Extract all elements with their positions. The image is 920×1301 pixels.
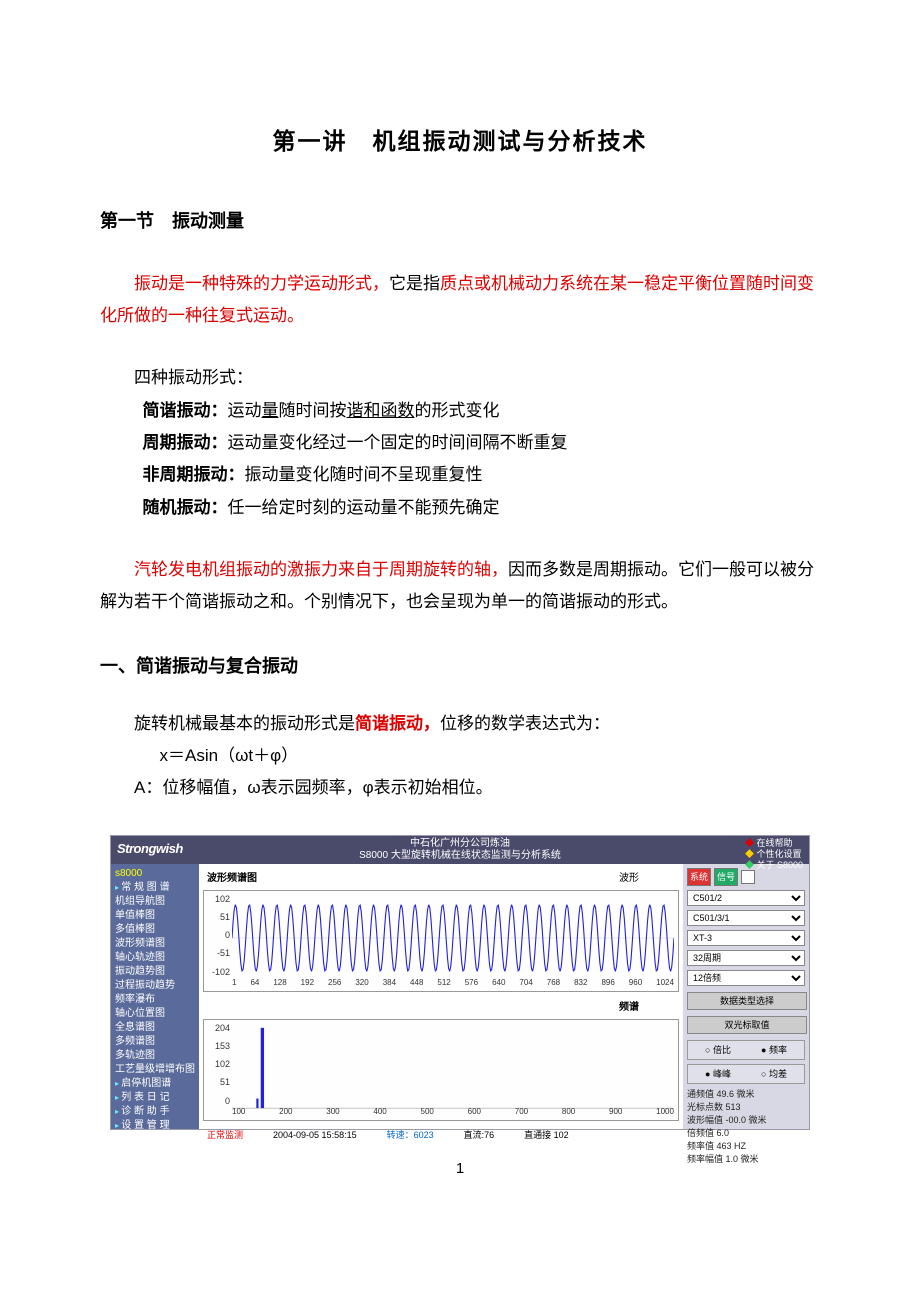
math-expression: x＝Asin（ωt＋φ）: [100, 740, 820, 772]
app-header: Strongwish 中石化广州分公司炼油 S8000 大型旋转机械在线状态监测…: [111, 836, 809, 864]
status-through: 直通接 102: [524, 1127, 569, 1144]
status-dc: 直流:76: [464, 1127, 495, 1144]
link-help[interactable]: 在线帮助: [745, 838, 803, 849]
select-cycle[interactable]: 32周期: [687, 950, 805, 966]
status-mode: 正常监测: [207, 1127, 243, 1144]
symbol-explain: A：位移幅值，ω表示园频率，φ表示初始相位。: [100, 772, 820, 804]
sidebar-item[interactable]: 频率瀑布: [115, 993, 195, 1007]
select-channel[interactable]: C501/3/1: [687, 910, 805, 926]
radio-pp[interactable]: ● 峰峰: [705, 1067, 731, 1081]
document-page: 第一讲 机组振动测试与分析技术 第一节 振动测量 振动是一种特殊的力学运动形式，…: [0, 0, 920, 1223]
sidebar-item[interactable]: 多值棒图: [115, 923, 195, 937]
sidebar-item[interactable]: 轴心位置图: [115, 1007, 195, 1021]
link-settings[interactable]: 个性化设置: [745, 849, 803, 860]
def-harmonic: 简谐振动：运动量随时间按谐和函数的形式变化: [143, 395, 821, 427]
right-panel: 系统 信号 C501/2 C501/3/1 XT-3 32周期 12倍频 数据类…: [683, 864, 809, 1129]
sidebar-item[interactable]: 设 置 管 理: [115, 1119, 195, 1133]
status-time: 2004-09-05 15:58:15: [273, 1127, 357, 1144]
sidebar-item[interactable]: 单值棒图: [115, 909, 195, 923]
lecture-title: 第一讲 机组振动测试与分析技术: [100, 120, 820, 164]
radio-freq[interactable]: ● 频率: [761, 1043, 787, 1057]
section-heading: 第一节 振动测量: [100, 204, 820, 238]
sidebar-item[interactable]: 振动趋势图: [115, 965, 195, 979]
monitoring-app: Strongwish 中石化广州分公司炼油 S8000 大型旋转机械在线状态监测…: [110, 835, 810, 1130]
link-about[interactable]: 关于 S8000: [745, 860, 803, 871]
sidebar-item[interactable]: 波形频谱图: [115, 937, 195, 951]
chart-content: 波形频谱图 波形 102510-51-102 16412819225632038…: [199, 864, 683, 1129]
select-point[interactable]: XT-3: [687, 930, 805, 946]
waveform-chart: 102510-51-102 16412819225632038444851257…: [203, 890, 679, 992]
status-rpm: 转速：6023: [387, 1127, 434, 1144]
sidebar-item[interactable]: 多轨迹图: [115, 1049, 195, 1063]
sidebar-item[interactable]: 全息谱图: [115, 1021, 195, 1035]
spectrum-plot: [232, 1024, 674, 1110]
print-icon[interactable]: [741, 870, 755, 884]
signal-button[interactable]: 信号: [714, 868, 738, 886]
unit-code: s8000: [115, 867, 195, 881]
four-forms-heading: 四种振动形式：: [100, 362, 820, 394]
intro-paragraph: 振动是一种特殊的力学运动形式，它是指质点或机械动力系统在某一稳定平衡位置随时间变…: [100, 268, 820, 333]
header-links[interactable]: 在线帮助 个性化设置 关于 S8000: [745, 838, 803, 871]
sidebar-item[interactable]: 诊 断 助 手: [115, 1105, 195, 1119]
def-periodic: 周期振动：运动量变化经过一个固定的时间间隔不断重复: [143, 427, 821, 459]
def-nonperiodic: 非周期振动：振动量变化随时间不呈现重复性: [143, 459, 821, 491]
waveform-plot: [232, 895, 674, 981]
sidebar-item[interactable]: 常 规 图 谱: [115, 881, 195, 895]
select-mult[interactable]: 12倍频: [687, 970, 805, 986]
system-button[interactable]: 系统: [687, 868, 711, 886]
sidebar: s8000 常 规 图 谱机组导航图单值棒图多值棒图波形频谱图轴心轨迹图振动趋势…: [111, 864, 199, 1129]
info-readouts: 通频值 49.6 微米 光标点数 513 波形幅值 -00.0 微米 倍频值 6…: [687, 1088, 805, 1166]
spectrum-chart: 204153102510 100200300400500600700800900…: [203, 1019, 679, 1121]
select-unit[interactable]: C501/2: [687, 890, 805, 906]
sidebar-item[interactable]: 过程振动趋势: [115, 979, 195, 993]
status-bar: 正常监测 2004-09-05 15:58:15 转速：6023 直流:76 直…: [203, 1125, 679, 1148]
spectrum-label: 频谱: [619, 1002, 639, 1013]
subheading-1: 一、简谐振动与复合振动: [100, 649, 820, 683]
radio-rms[interactable]: ○ 均差: [761, 1067, 787, 1081]
harmonic-intro: 旋转机械最基本的振动形式是简谐振动，位移的数学表达式为：: [100, 708, 820, 740]
sidebar-item[interactable]: 启停机图谱: [115, 1077, 195, 1091]
chart-title-bar: 波形频谱图 波形: [203, 867, 679, 890]
data-type-button[interactable]: 数据类型选择: [687, 992, 807, 1010]
radio-group-1: ○ 倍比 ● 频率: [687, 1040, 805, 1060]
sidebar-item[interactable]: 轴心轨迹图: [115, 951, 195, 965]
radio-group-2: ● 峰峰 ○ 均差: [687, 1064, 805, 1084]
turbine-paragraph: 汽轮发电机组振动的激振力来自于周期旋转的轴，因而多数是周期振动。它们一般可以被分…: [100, 554, 820, 619]
radio-ratio[interactable]: ○ 倍比: [705, 1043, 731, 1057]
sidebar-item[interactable]: 工艺量级增增布图: [115, 1063, 195, 1077]
def-random: 随机振动：任一给定时刻的运动量不能预先确定: [143, 492, 821, 524]
dual-cursor-button[interactable]: 双光标取值: [687, 1016, 807, 1034]
sidebar-item[interactable]: 多频谱图: [115, 1035, 195, 1049]
definition-list: 简谐振动：运动量随时间按谐和函数的形式变化 周期振动：运动量变化经过一个固定的时…: [143, 395, 821, 524]
sidebar-item[interactable]: 列 表 日 记: [115, 1091, 195, 1105]
sidebar-item[interactable]: 机组导航图: [115, 895, 195, 909]
app-title: 中石化广州分公司炼油 S8000 大型旋转机械在线状态监测与分析系统: [111, 838, 809, 862]
